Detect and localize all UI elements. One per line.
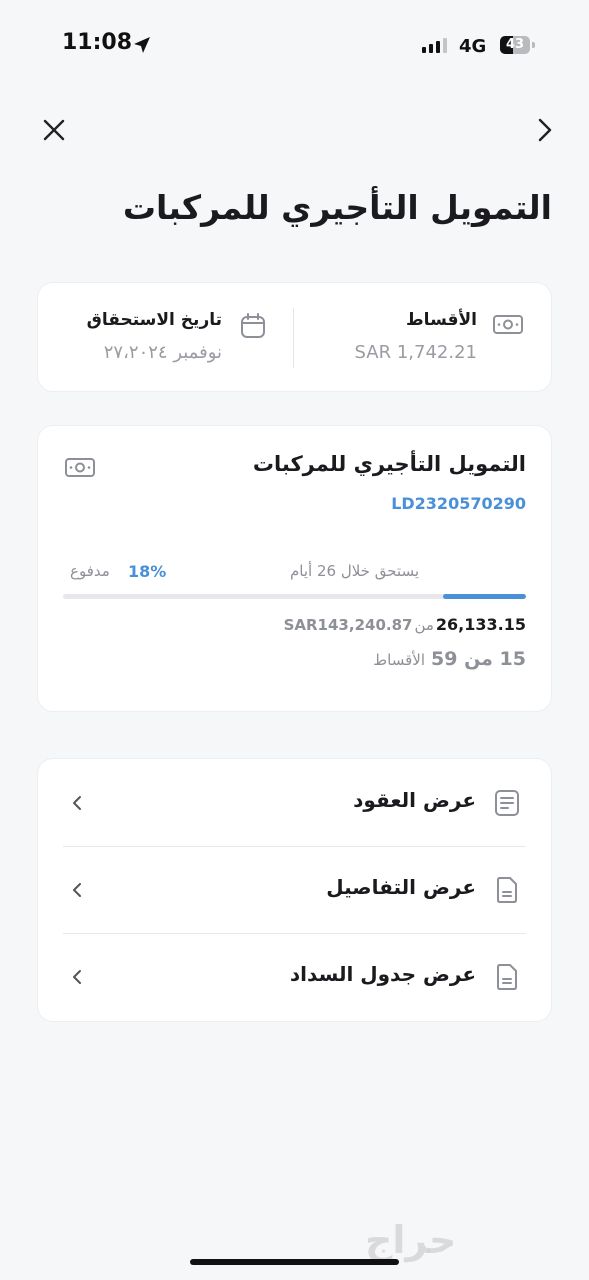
amount-paid: 26,133.15 [435,615,526,634]
installments-row: 15 من 59 الأقساط [373,648,526,670]
watermark-logo: حراج [365,1218,457,1262]
amount-row: 26,133.15 من SAR143,240.87 [284,615,526,634]
summary-card [37,282,552,392]
due-date-value: نوفمبر ٢٧،٢٠٢٤ [103,342,222,363]
installments-progress-label: الأقساط [373,651,425,669]
action-label: عرض جدول السداد [289,962,476,986]
action-label: عرض التفاصيل [326,875,476,899]
location-arrow-icon [134,37,150,53]
view-payment-schedule-button[interactable]: عرض جدول السداد [63,934,526,1020]
installments-label: الأقساط [406,310,477,330]
installments-value: 1,742.21 SAR [354,342,477,363]
close-icon[interactable] [40,116,68,144]
finance-title: التمويل التأجيري للمركبات [252,452,526,476]
home-indicator [190,1259,399,1265]
battery-tip [532,42,535,48]
status-time: 11:08 [62,30,133,55]
view-details-button[interactable]: عرض التفاصيل [63,847,526,933]
due-date-label: تاريخ الاستحقاق [86,310,222,330]
paid-label: مدفوع [70,562,110,580]
document-icon [497,877,517,903]
document-icon [497,964,517,990]
battery-icon: 43 [500,36,530,54]
action-label: عرض العقود [353,788,476,812]
page-title: التمويل التأجيري للمركبات [122,188,552,227]
signal-icon [422,38,447,53]
due-in-days: يستحق خلال 26 أيام [290,562,419,580]
calendar-icon [241,313,265,338]
chevron-right-icon[interactable] [533,116,557,144]
amount-total: SAR143,240.87 [283,616,413,634]
chevron-left-icon [73,883,81,897]
view-contracts-button[interactable]: عرض العقود [63,760,526,846]
paid-percent: 18% [128,562,167,581]
progress-bar-fill [442,594,526,599]
chevron-left-icon [73,970,81,984]
chevron-left-icon [73,796,81,810]
money-icon [493,315,523,334]
battery-level: 43 [505,37,525,52]
progress-track [63,594,526,599]
money-icon [65,458,95,477]
installments-progress: 15 من 59 [431,648,526,670]
finance-id: LD2320570290 [391,494,526,513]
network-type: 4G [459,36,487,57]
of-label: من [414,616,434,634]
summary-divider [293,308,294,368]
contract-icon [495,790,519,816]
